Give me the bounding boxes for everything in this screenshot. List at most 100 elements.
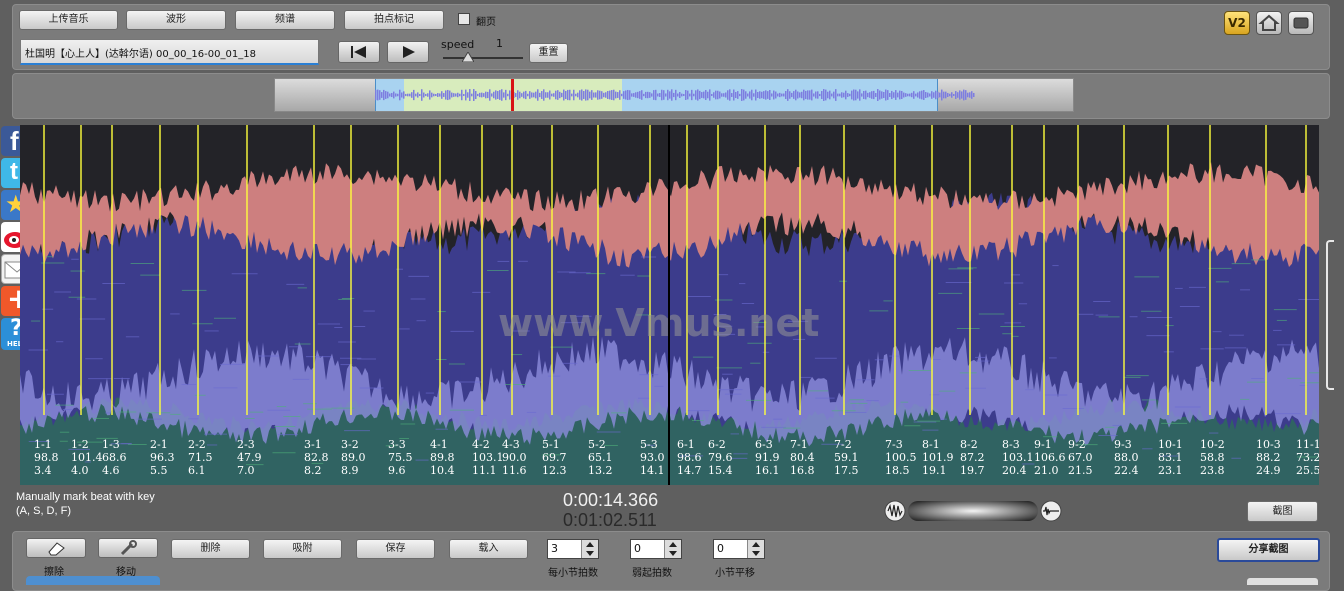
- stepper-down-icon[interactable]: [752, 551, 760, 556]
- beat-marker-label: 10-3 88.2 24.9: [1256, 438, 1296, 477]
- beat-label: 3-1: [304, 438, 322, 451]
- beat-bpm: 88.0: [1114, 451, 1139, 464]
- overview-wave-sample: [741, 89, 743, 101]
- beat-label: 5-3: [640, 438, 658, 451]
- overview-wave-sample: [433, 93, 435, 97]
- overview-wave-sample: [399, 89, 401, 101]
- delete-button[interactable]: 删除: [171, 539, 250, 559]
- play-button[interactable]: [387, 41, 429, 63]
- overview-wave-sample: [819, 93, 821, 97]
- pickup-beats-stepper[interactable]: 0: [630, 539, 682, 559]
- beats-per-bar-stepper[interactable]: 3: [547, 539, 599, 559]
- overview-wave-sample: [909, 93, 911, 97]
- beat-marker-label: 7-2 59.1 17.5: [834, 438, 874, 477]
- stepper-down-icon[interactable]: [586, 551, 594, 556]
- right-scroll-handle[interactable]: [1326, 240, 1334, 390]
- overview-wave-sample: [685, 90, 687, 100]
- overview-wave-sample: [757, 92, 759, 98]
- overview-wave-sample: [439, 93, 441, 97]
- overview-wave-sample: [589, 91, 591, 99]
- move-button[interactable]: [98, 538, 158, 558]
- overview-wave-sample: [487, 91, 489, 99]
- erase-button[interactable]: [26, 538, 86, 558]
- spectrogram-view[interactable]: www.Vmus.net 1-1 98.8 3.4 1-2 101.4 4.0 1-3 68.…: [20, 125, 1319, 485]
- save-button[interactable]: 保存: [356, 539, 435, 559]
- speed-slider-thumb[interactable]: [462, 52, 474, 62]
- overview-playhead[interactable]: [511, 79, 514, 111]
- overview-wave-sample: [713, 92, 715, 98]
- overview-wave-sample: [495, 90, 497, 100]
- overview-wave-sample: [945, 91, 947, 99]
- overview-wave-sample: [845, 90, 847, 100]
- overview-wave-sample: [817, 91, 819, 99]
- home-button[interactable]: [1256, 11, 1282, 35]
- beat-label: 2-3: [237, 438, 255, 451]
- beat-time: 19.7: [960, 464, 985, 477]
- share-screenshot-button[interactable]: 分享截图: [1217, 538, 1320, 562]
- overview-wave-sample: [591, 90, 593, 100]
- overview-wave-sample: [625, 90, 627, 100]
- beat-marker-label: 7-3 100.5 18.5: [885, 438, 925, 477]
- beat-marker-label: 4-3 90.0 11.6: [502, 438, 542, 477]
- screenshot-button[interactable]: 截图: [1247, 501, 1318, 522]
- overview-wave-sample: [657, 93, 659, 97]
- beat-bpm: 69.7: [542, 451, 567, 464]
- overview-wave-sample: [667, 89, 669, 101]
- overview-wave-sample: [627, 89, 629, 101]
- version-badge[interactable]: V2: [1224, 11, 1250, 35]
- beat-label: 11-1: [1296, 438, 1319, 451]
- snap-button[interactable]: 吸附: [263, 539, 342, 559]
- beat-bpm: 90.0: [502, 451, 527, 464]
- overview-wave-sample: [837, 93, 839, 97]
- skip-to-start-button[interactable]: [338, 41, 380, 63]
- beat-marker-label: 4-1 89.8 10.4: [430, 438, 470, 477]
- beat-marker-label: 6-3 91.9 16.1: [755, 438, 795, 477]
- overview-wave-sample: [823, 89, 825, 101]
- load-button[interactable]: 载入: [449, 539, 528, 559]
- overview-waveform[interactable]: [274, 78, 1074, 112]
- stepper-up-icon[interactable]: [586, 542, 594, 547]
- flip-checkbox[interactable]: [458, 13, 470, 25]
- overview-wave-sample: [921, 90, 923, 100]
- overview-wave-sample: [443, 93, 445, 97]
- speed-slider-track[interactable]: [443, 57, 523, 59]
- beat-marker-label: 2-2 71.5 6.1: [188, 438, 228, 477]
- bar-shift-stepper[interactable]: 0: [713, 539, 765, 559]
- overview-wave-sample: [431, 92, 433, 98]
- beat-label: 1-3: [102, 438, 120, 451]
- beat-marker-label: 3-2 89.0 8.9: [341, 438, 381, 477]
- stepper-down-icon[interactable]: [669, 551, 677, 556]
- playhead-line[interactable]: [668, 125, 670, 485]
- volume-control[interactable]: [884, 499, 1062, 523]
- overview-wave-sample: [405, 93, 407, 97]
- overview-wave-sample: [413, 89, 415, 101]
- overview-wave-sample: [493, 91, 495, 99]
- fullscreen-button[interactable]: [1288, 11, 1314, 35]
- beat-time: 12.3: [542, 464, 567, 477]
- overview-wave-sample: [453, 93, 455, 97]
- waveform-button[interactable]: 波形: [126, 10, 226, 30]
- overview-wave-sample: [835, 89, 837, 101]
- stepper-up-icon[interactable]: [669, 542, 677, 547]
- beat-label: 3-2: [341, 438, 359, 451]
- beat-time: 9.6: [388, 464, 406, 477]
- beat-time: 6.1: [188, 464, 206, 477]
- reset-speed-button[interactable]: 重置: [529, 43, 568, 63]
- overview-wave-sample: [395, 93, 397, 97]
- spectrum-button[interactable]: 频谱: [235, 10, 335, 30]
- volume-slider[interactable]: [908, 501, 1038, 521]
- song-title-text: 杜国明【心上人】(达斡尔语) 00_00_16-00_01_18: [25, 49, 256, 60]
- overview-wave-sample: [691, 89, 693, 101]
- overview-wave-sample: [429, 90, 431, 100]
- upload-music-button[interactable]: 上传音乐: [19, 10, 118, 30]
- overview-wave-sample: [557, 90, 559, 100]
- overview-wave-sample: [893, 92, 895, 98]
- tap-mark-button[interactable]: 拍点标记: [344, 10, 444, 30]
- overview-wave-sample: [957, 92, 959, 98]
- overview-wave-sample: [967, 92, 969, 98]
- pickup-beats-value: 0: [634, 542, 641, 555]
- beat-bpm: 80.4: [790, 451, 815, 464]
- overview-wave-sample: [775, 91, 777, 99]
- song-title-field[interactable]: 杜国明【心上人】(达斡尔语) 00_00_16-00_01_18: [20, 39, 319, 65]
- stepper-up-icon[interactable]: [752, 542, 760, 547]
